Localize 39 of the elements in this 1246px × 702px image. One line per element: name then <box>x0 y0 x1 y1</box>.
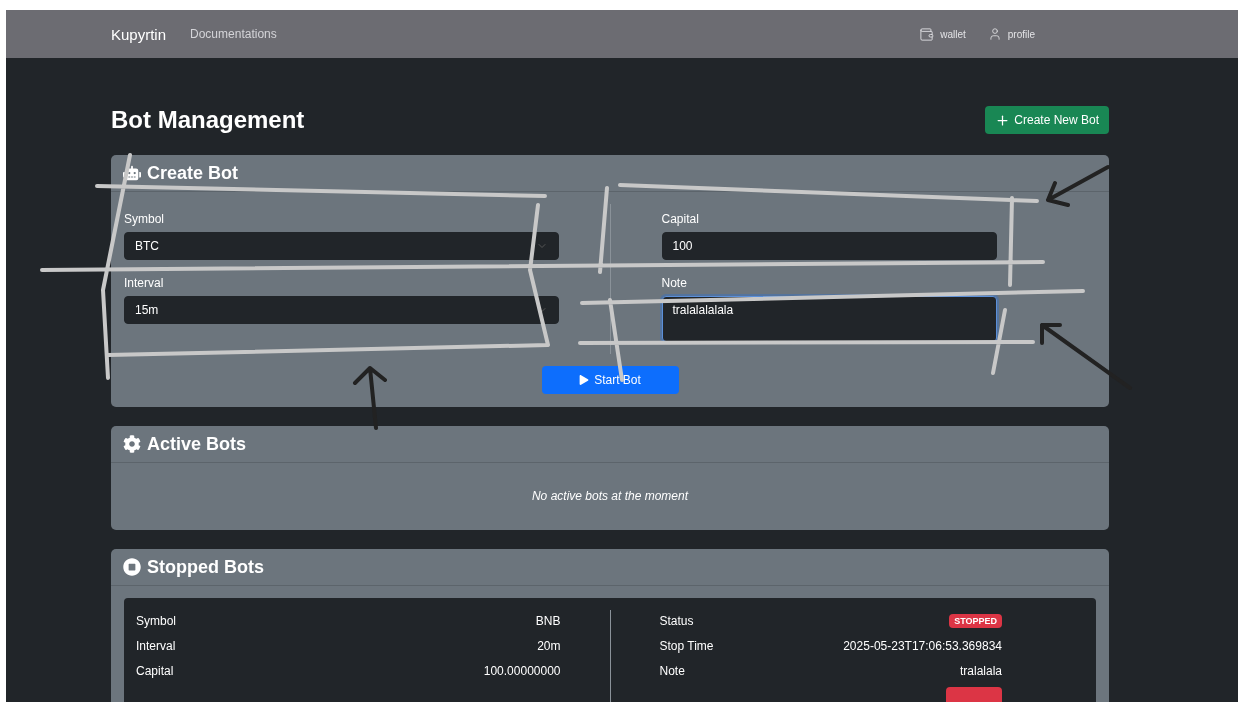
field-label: Capital <box>661 212 700 226</box>
brand-name[interactable]: Kupyrtin <box>111 25 167 43</box>
play-icon <box>579 375 590 385</box>
stop-icon <box>123 558 141 576</box>
empty-message: No active bots at the moment <box>530 488 690 505</box>
info-label: Symbol <box>136 614 176 628</box>
nav-link[interactable]: Documentations <box>190 27 277 41</box>
info-value: 2025-05-23T17:06:53.369834 <box>843 639 1002 653</box>
info-label: Status <box>659 614 694 628</box>
input-field[interactable]: tralalalalala <box>661 296 997 342</box>
info-label: Interval <box>136 639 176 653</box>
start-bot-button[interactable]: Start Bot <box>541 366 679 394</box>
info-value: tralalala <box>959 664 1002 678</box>
delete-button[interactable] <box>946 687 1002 702</box>
info-value: 20m <box>537 639 561 653</box>
info-label: Note <box>659 664 685 678</box>
info-label: Capital <box>136 664 174 678</box>
field-label: Note <box>661 276 688 290</box>
status-badge: STOPPED <box>949 614 1002 628</box>
create-bot-button[interactable]: Create New Bot <box>985 106 1109 134</box>
select-field[interactable]: 15m <box>124 296 559 324</box>
info-value: 100.00000000 <box>483 664 561 678</box>
page-title: Bot Management <box>111 106 305 134</box>
input-field[interactable]: 100 <box>661 232 997 260</box>
card-title: Active Bots <box>147 433 247 455</box>
select-field[interactable]: BTC <box>124 232 559 260</box>
gear-icon <box>123 435 141 453</box>
field-label: Interval <box>124 276 165 290</box>
info-value: BNB <box>535 614 561 628</box>
info-label: Stop Time <box>659 639 714 653</box>
card-title: Create Bot <box>147 162 239 184</box>
nav-link[interactable]: profile <box>987 27 1035 41</box>
card-title: Stopped Bots <box>147 556 264 578</box>
wallet-icon <box>919 26 935 42</box>
plus-icon <box>995 112 1011 128</box>
robot-icon <box>123 164 141 182</box>
field-label: Symbol <box>124 212 165 226</box>
user-icon <box>987 27 1002 41</box>
nav-link[interactable]: wallet <box>919 26 966 42</box>
